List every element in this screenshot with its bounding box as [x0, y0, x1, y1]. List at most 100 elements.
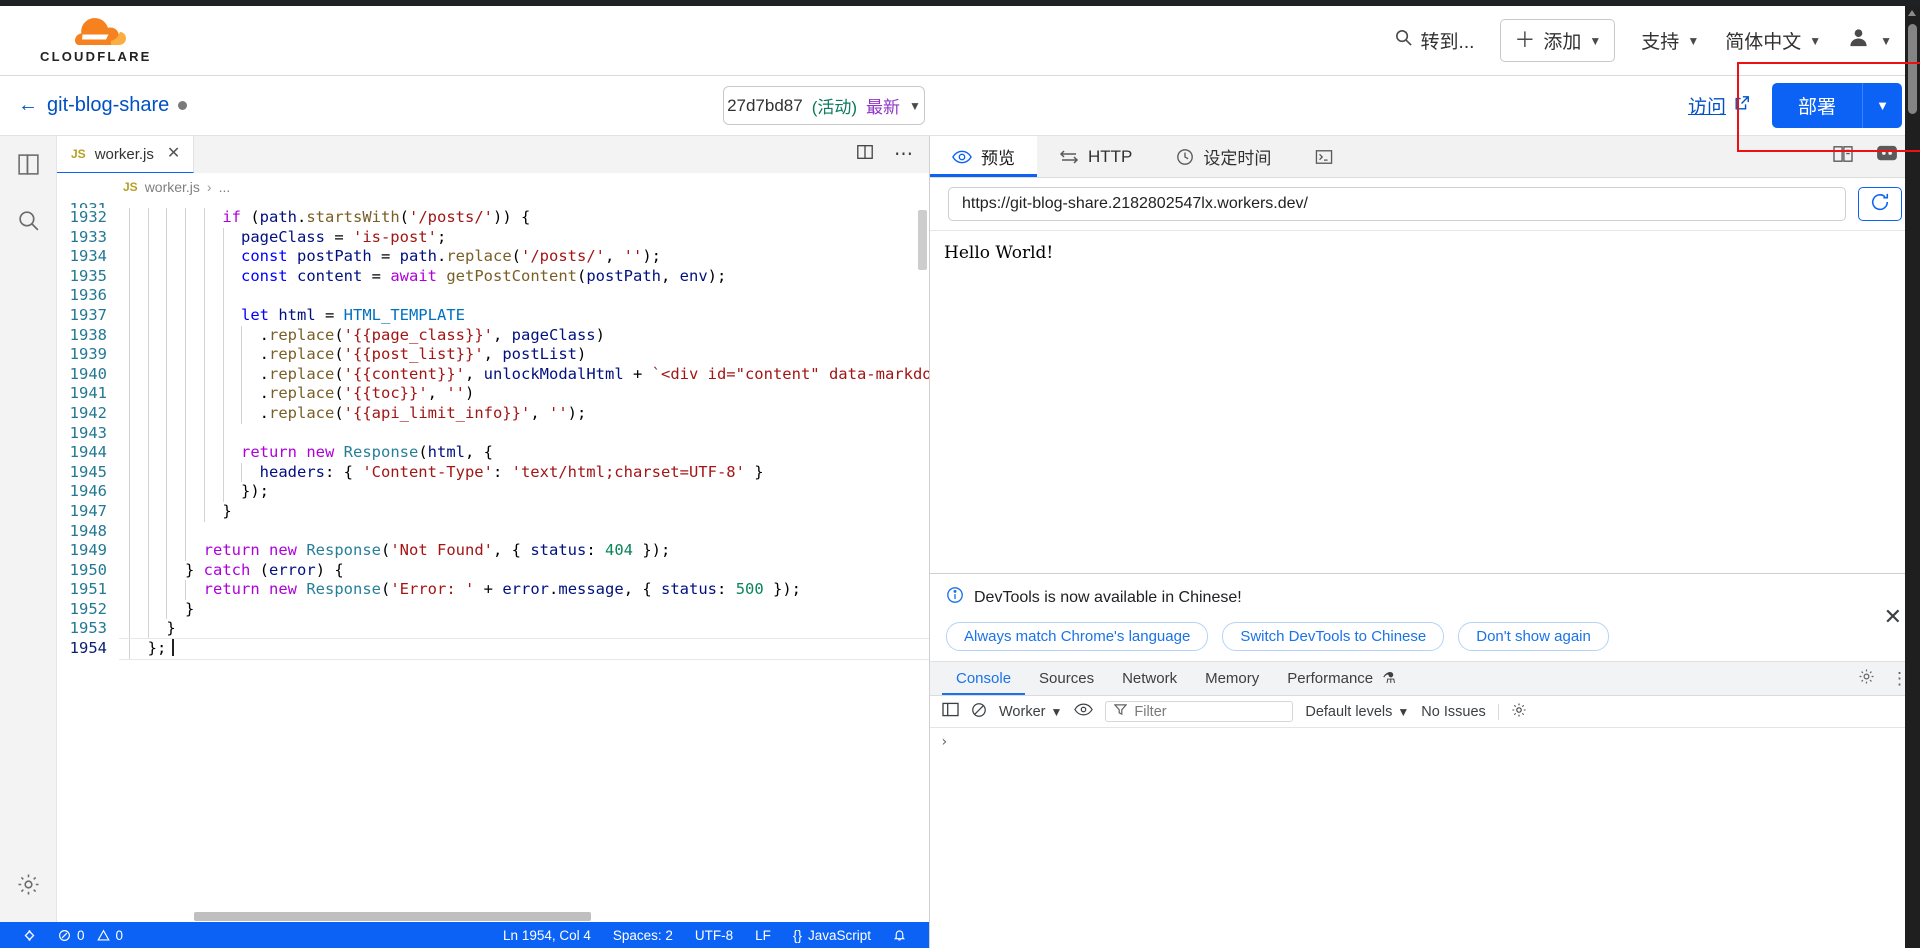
live-expression-eye-icon[interactable]	[1074, 703, 1094, 720]
visit-link[interactable]: 访问	[1688, 92, 1750, 119]
preview-iframe-content[interactable]: Hello World!	[930, 230, 1920, 573]
code-text[interactable]: .replace('{{post_list}}', postList)	[119, 345, 586, 365]
version-select[interactable]: 27d7bd87 (活动) 最新 ▼	[723, 86, 925, 125]
code-line[interactable]: 1945 headers: { 'Content-Type': 'text/ht…	[57, 462, 929, 483]
more-actions-icon[interactable]: ⋯	[894, 145, 913, 164]
search-icon[interactable]	[16, 208, 41, 238]
devtools-settings-gear-icon[interactable]	[1858, 668, 1875, 689]
code-line[interactable]: 1933 pageClass = 'is-post';	[57, 227, 929, 248]
issues-counter[interactable]: No Issues	[1421, 704, 1485, 720]
breadcrumb-file[interactable]: worker.js	[145, 179, 200, 195]
scrollbar-thumb[interactable]	[918, 210, 927, 270]
editor-vertical-scrollbar[interactable]	[916, 200, 929, 922]
code-line[interactable]: 1942 .replace('{{api_limit_info}}', '');	[57, 403, 929, 424]
code-line[interactable]: 1944 return new Response(html, {	[57, 443, 929, 463]
settings-gear-icon[interactable]	[16, 872, 41, 902]
docs-book-icon[interactable]	[1832, 145, 1854, 168]
code-text[interactable]: return new Response('Error: ' + error.me…	[119, 580, 801, 600]
indentation-setting[interactable]: Spaces: 2	[602, 928, 684, 943]
editor-tab-worker-js[interactable]: JS worker.js ✕	[57, 136, 195, 173]
code-line[interactable]: 1940 .replace('{{content}}', unlockModal…	[57, 364, 929, 385]
tab-http[interactable]: HTTP	[1037, 136, 1154, 177]
code-line[interactable]: 1938 .replace('{{page_class}}', pageClas…	[57, 325, 929, 346]
code-text[interactable]: pageClass = 'is-post';	[119, 227, 446, 248]
devtools-tab-console[interactable]: Console	[942, 662, 1025, 695]
console-output[interactable]: ›	[930, 728, 1920, 948]
code-area[interactable]: 19311932 if (path.startsWith('/posts/'))…	[57, 200, 929, 922]
code-text[interactable]: .replace('{{api_limit_info}}', '');	[119, 403, 586, 424]
code-line[interactable]: 1947 }	[57, 501, 929, 522]
devtools-tab-network[interactable]: Network	[1108, 662, 1191, 695]
notifications-bell-icon[interactable]	[882, 928, 917, 942]
code-line[interactable]: 1948	[57, 521, 929, 542]
scroll-up-arrow-icon[interactable]	[1908, 10, 1916, 16]
deploy-dropdown-button[interactable]: ▼	[1862, 83, 1902, 128]
code-text[interactable]: if (path.startsWith('/posts/')) {	[119, 208, 530, 228]
explorer-icon[interactable]	[16, 152, 41, 182]
console-sidebar-toggle-icon[interactable]	[942, 702, 959, 721]
console-levels-selector[interactable]: Default levels ▼	[1305, 704, 1409, 720]
refresh-button[interactable]	[1858, 187, 1902, 221]
code-text[interactable]: } catch (error) {	[119, 560, 344, 581]
language-menu[interactable]: 简体中文 ▼	[1725, 27, 1821, 54]
code-text[interactable]	[119, 286, 241, 306]
add-button[interactable]: ＋ 添加 ▼	[1500, 19, 1616, 62]
devtools-tab-performance[interactable]: Performance ⚗	[1273, 662, 1410, 695]
code-text[interactable]: return new Response(html, {	[119, 443, 493, 463]
code-text[interactable]	[119, 423, 241, 444]
code-text[interactable]: const content = await getPostContent(pos…	[119, 266, 726, 287]
switch-devtools-language-button[interactable]: Switch DevTools to Chinese	[1222, 622, 1445, 651]
url-input[interactable]: https://git-blog-share.2182802547lx.work…	[948, 187, 1846, 221]
deploy-button[interactable]: 部署	[1771, 83, 1862, 128]
code-line[interactable]: 1953 }	[57, 619, 929, 640]
code-lines[interactable]: 19311932 if (path.startsWith('/posts/'))…	[57, 200, 929, 922]
split-editor-icon[interactable]	[856, 143, 874, 166]
back-to-project-link[interactable]: ← git-blog-share	[18, 94, 188, 117]
code-line[interactable]: 1946 });	[57, 482, 929, 502]
code-text[interactable]: return new Response('Not Found', { statu…	[119, 541, 670, 561]
code-text[interactable]: }	[119, 501, 232, 522]
code-text[interactable]: .replace('{{page_class}}', pageClass)	[119, 325, 605, 346]
header-search[interactable]: 转到...	[1394, 27, 1474, 54]
code-text[interactable]	[119, 200, 129, 208]
encoding-setting[interactable]: UTF-8	[684, 928, 744, 943]
scrollbar-thumb[interactable]	[194, 912, 591, 921]
code-text[interactable]: .replace('{{content}}', unlockModalHtml …	[119, 364, 929, 385]
code-line[interactable]: 1931	[57, 200, 929, 208]
console-context-selector[interactable]: Worker ▼	[999, 704, 1062, 720]
code-line[interactable]: 1934 const postPath = path.replace('/pos…	[57, 247, 929, 267]
editor-horizontal-scrollbar[interactable]	[57, 910, 929, 922]
code-text[interactable]: .replace('{{toc}}', '')	[119, 384, 474, 404]
eol-setting[interactable]: LF	[744, 928, 782, 943]
code-line[interactable]: 1950 } catch (error) {	[57, 560, 929, 581]
code-text[interactable]: }	[119, 599, 194, 620]
devtools-tab-memory[interactable]: Memory	[1191, 662, 1273, 695]
code-line[interactable]: 1951 return new Response('Error: ' + err…	[57, 580, 929, 600]
remote-indicator[interactable]	[12, 929, 47, 942]
language-mode[interactable]: {} JavaScript	[782, 928, 882, 943]
code-line[interactable]: 1936	[57, 286, 929, 306]
tab-preview[interactable]: 预览	[930, 136, 1037, 177]
devtools-tab-sources[interactable]: Sources	[1025, 662, 1108, 695]
code-text[interactable]: headers: { 'Content-Type': 'text/html;ch…	[119, 462, 764, 483]
code-line[interactable]: 1937 let html = HTML_TEMPLATE	[57, 305, 929, 326]
close-icon[interactable]: ✕	[1884, 604, 1902, 630]
code-line[interactable]: 1949 return new Response('Not Found', { …	[57, 541, 929, 561]
dont-show-again-button[interactable]: Don't show again	[1458, 622, 1609, 651]
tab-set-time[interactable]: 设定时间	[1154, 136, 1293, 177]
problems-indicator[interactable]: 0 0	[47, 928, 134, 943]
cloudflare-logo[interactable]: CLOUDFLARE	[40, 17, 152, 64]
support-menu[interactable]: 支持 ▼	[1641, 27, 1699, 54]
tab-terminal[interactable]	[1293, 136, 1355, 177]
code-text[interactable]	[119, 521, 204, 542]
breadcrumb-rest[interactable]: ...	[219, 179, 231, 195]
code-line[interactable]: 1932 if (path.startsWith('/posts/')) {	[57, 208, 929, 228]
code-line[interactable]: 1952 }	[57, 599, 929, 620]
code-line[interactable]: 1954 };	[57, 638, 929, 660]
code-line[interactable]: 1939 .replace('{{post_list}}', postList)	[57, 345, 929, 365]
scrollbar-thumb[interactable]	[1908, 24, 1917, 114]
code-line[interactable]: 1935 const content = await getPostConten…	[57, 266, 929, 287]
code-text[interactable]: const postPath = path.replace('/posts/',…	[119, 247, 661, 267]
code-line[interactable]: 1943	[57, 423, 929, 444]
code-line[interactable]: 1941 .replace('{{toc}}', '')	[57, 384, 929, 404]
